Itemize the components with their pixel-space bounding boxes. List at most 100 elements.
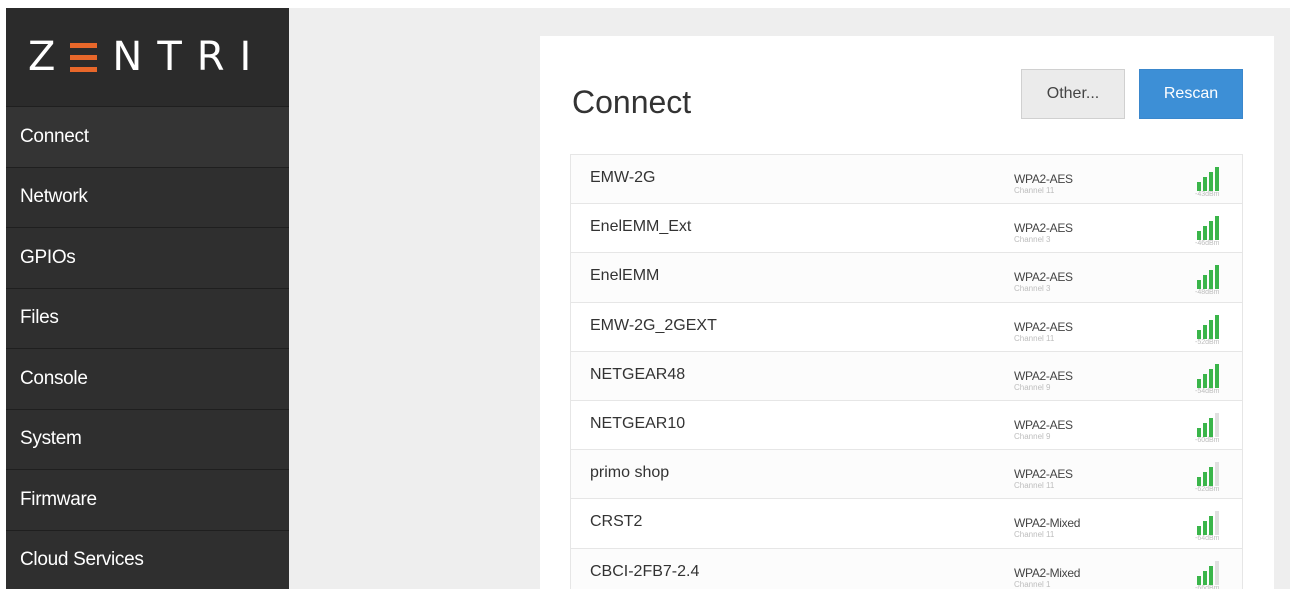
other-network-button[interactable]: Other... [1021, 69, 1125, 119]
logo-text: Z NTRI [28, 34, 266, 80]
signal-bar [1203, 275, 1207, 290]
signal-bar [1203, 177, 1207, 191]
network-security: WPA2-AES [1014, 319, 1073, 334]
network-channel: Channel 3 [1014, 284, 1051, 294]
sidebar-item-system[interactable]: System [6, 408, 289, 469]
app-window: Z NTRI Connect Network GPIOs Files Console Sy… [6, 8, 1290, 589]
network-ssid: primo shop [590, 464, 670, 482]
signal-bar [1203, 521, 1207, 536]
network-channel: Channel 11 [1014, 530, 1055, 540]
signal-bar [1215, 314, 1219, 339]
network-ssid: EMW-2G [590, 169, 656, 186]
sidebar-item-cloud-services[interactable]: Cloud Services [6, 529, 289, 589]
network-ssid: EnelEMM [590, 267, 660, 285]
logo-e-mark [70, 42, 98, 72]
network-channel: Channel 3 [1014, 235, 1051, 245]
network-row[interactable]: EnelEMM_Ext WPA2-AES Channel 3 -46dBm [571, 204, 1242, 254]
signal-bar [1209, 565, 1213, 585]
signal-bar [1209, 319, 1213, 339]
signal-strength-icon [1195, 165, 1225, 191]
sidebar-item-files[interactable]: Files [6, 287, 289, 348]
network-security: WPA2-AES [1014, 417, 1073, 432]
network-rssi: -52dBm [1195, 338, 1220, 346]
network-security: WPA2-AES [1014, 172, 1073, 186]
network-row[interactable]: CBCI-2FB7-2.4 WPA2-Mixed Channel 1 -66dBm [571, 548, 1242, 589]
network-row[interactable]: EMW-2G WPA2-AES Channel 11 -43dBm [571, 155, 1242, 205]
signal-bar [1197, 427, 1201, 437]
sidebar-item-connect[interactable]: Connect [6, 106, 289, 167]
signal-bar [1197, 526, 1201, 536]
signal-bar [1215, 511, 1219, 536]
signal-bar [1215, 560, 1219, 585]
network-security: WPA2-Mixed [1014, 565, 1081, 580]
signal-bar [1203, 422, 1207, 437]
signal-bar [1209, 467, 1213, 487]
page-title: Connect [572, 84, 692, 120]
signal-bar [1215, 265, 1219, 290]
network-rssi: -48dBm [1195, 289, 1220, 297]
network-security: WPA2-AES [1014, 270, 1073, 285]
network-row[interactable]: primo shop WPA2-AES Channel 11 -62dBm [571, 450, 1242, 500]
rescan-button[interactable]: Rescan [1139, 69, 1243, 119]
network-rssi: -66dBm [1195, 584, 1220, 589]
network-row[interactable]: CRST2 WPA2-Mixed Channel 11 -64dBm [571, 499, 1242, 549]
signal-bar [1215, 462, 1219, 487]
sidebar: Z NTRI Connect Network GPIOs Files Console Sy… [6, 8, 289, 589]
network-security: WPA2-Mixed [1014, 516, 1081, 531]
signal-bar [1197, 182, 1201, 191]
network-channel: Channel 1 [1014, 579, 1051, 589]
network-security: WPA2-AES [1014, 467, 1073, 482]
signal-strength-icon [1195, 313, 1225, 339]
signal-bar [1209, 417, 1213, 437]
zentri-logo[interactable]: Z NTRI [6, 8, 289, 106]
network-security: WPA2-AES [1014, 368, 1073, 383]
network-row[interactable]: NETGEAR10 WPA2-AES Channel 9 -60dBm [571, 400, 1242, 451]
signal-strength-icon [1195, 362, 1225, 388]
signal-bar [1209, 172, 1213, 191]
signal-bar [1209, 221, 1213, 241]
signal-bar [1197, 329, 1201, 339]
network-security: WPA2-AES [1014, 221, 1073, 236]
network-rssi: -43dBm [1195, 191, 1220, 198]
sidebar-item-network[interactable]: Network [6, 166, 289, 227]
sidebar-item-gpios[interactable]: GPIOs [6, 227, 289, 288]
network-rssi: -62dBm [1195, 486, 1220, 494]
signal-strength-icon [1195, 460, 1225, 487]
signal-bar [1203, 373, 1207, 388]
network-list: EMW-2G WPA2-AES Channel 11 -43dBm EnelEMM_Ex… [570, 154, 1243, 589]
network-row[interactable]: EnelEMM WPA2-AES Channel 3 -48dBm [571, 253, 1242, 303]
network-row[interactable]: NETGEAR48 WPA2-AES Channel 9 -54dBm [571, 351, 1242, 401]
sidebar-item-console[interactable]: Console [6, 348, 289, 409]
signal-strength-icon [1195, 214, 1225, 241]
signal-bar [1197, 378, 1201, 388]
signal-bar [1215, 216, 1219, 241]
signal-bar [1215, 412, 1219, 437]
logo-letters: NTRI [112, 34, 267, 80]
network-channel: Channel 11 [1014, 186, 1055, 195]
network-ssid: CBCI-2FB7-2.4 [590, 562, 700, 580]
network-channel: Channel 9 [1014, 382, 1051, 392]
signal-strength-icon [1195, 411, 1225, 437]
logo-letter-z: Z [28, 34, 71, 80]
signal-strength-icon [1195, 509, 1225, 536]
sidebar-item-firmware[interactable]: Firmware [6, 469, 289, 530]
signal-bar [1203, 570, 1207, 585]
signal-strength-icon [1195, 263, 1225, 290]
network-rssi: -46dBm [1195, 240, 1220, 248]
network-rssi: -54dBm [1195, 387, 1220, 395]
network-channel: Channel 9 [1014, 431, 1051, 441]
signal-bar [1215, 363, 1219, 388]
network-ssid: NETGEAR10 [590, 414, 686, 432]
sidebar-nav: Connect Network GPIOs Files Console System Fir… [6, 106, 289, 589]
signal-bar [1197, 231, 1201, 241]
network-row[interactable]: EMW-2G_2GEXT WPA2-AES Channel 11 -52dBm [571, 302, 1242, 352]
network-channel: Channel 11 [1014, 481, 1055, 491]
network-ssid: NETGEAR48 [590, 365, 686, 383]
network-ssid: EnelEMM_Ext [590, 218, 692, 236]
signal-bar [1203, 472, 1207, 487]
signal-bar [1203, 226, 1207, 241]
connect-panel: Connect Other... Rescan EMW-2G WPA2-AES Ch… [540, 36, 1274, 589]
network-rssi: -60dBm [1195, 436, 1220, 444]
signal-bar [1197, 280, 1201, 290]
network-rssi: -64dBm [1195, 535, 1220, 543]
